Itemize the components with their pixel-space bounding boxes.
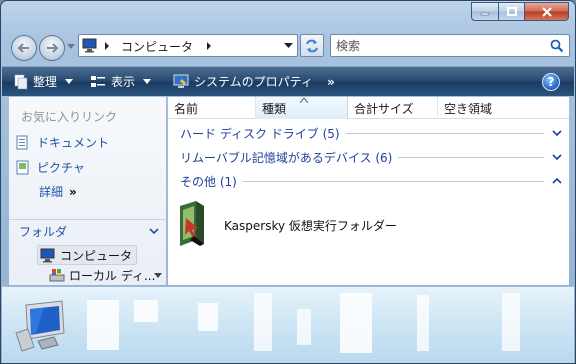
maximize-icon [506,6,517,16]
chevron-up-icon [552,178,562,184]
forward-arrow-icon [47,43,59,53]
details-pane [2,286,574,363]
list-item-label: Kaspersky 仮想実行フォルダー [224,218,397,233]
address-bar[interactable]: コンピュータ [78,34,298,57]
help-button[interactable]: ? [542,73,560,91]
details-glow [198,303,218,331]
double-chevron-icon: » [69,184,77,199]
details-glow [254,293,272,351]
tree-item-computer[interactable]: コンピュータ [37,245,138,265]
breadcrumb-computer[interactable]: コンピュータ [121,38,193,55]
favorites-more-link[interactable]: 詳細 » [39,183,77,200]
group-hard-disk-label: ハード ディスク ドライブ (5) [180,126,340,141]
organize-icon [14,74,28,89]
computer-icon [82,38,97,53]
breadcrumb-separator-icon[interactable] [205,41,213,51]
more-commands-label: » [327,74,335,89]
maximize-button[interactable] [498,2,524,21]
help-icon: ? [547,75,555,89]
favorite-documents[interactable]: ドキュメント [15,134,109,151]
search-icon[interactable] [550,39,564,53]
favorites-more-label: 詳細 [39,185,64,199]
system-properties-button[interactable]: システムのプロパティ [173,67,313,96]
chevron-down-icon [552,154,562,160]
recent-pages-dropdown-icon[interactable] [67,44,75,50]
forward-button[interactable] [39,35,65,61]
favorite-pictures-label: ピクチャ [37,161,85,175]
folders-header[interactable]: フォルダ [9,219,167,243]
tree-item-local-disk[interactable]: ローカル ディ... [49,267,155,284]
back-button[interactable] [11,35,37,61]
system-properties-icon [173,74,189,88]
close-icon [541,6,552,17]
group-header-removable[interactable]: リムーバブル記憶域があるデバイス (6) [180,147,562,167]
scroll-down-icon[interactable] [154,273,162,278]
minimize-icon [480,12,490,15]
group-divider [242,180,544,182]
tree-local-disk-label: ローカル ディ... [69,269,156,283]
organize-button[interactable]: 整理 [12,67,74,96]
column-header-free-space[interactable]: 空き領域 [438,97,569,119]
organize-label: 整理 [33,75,58,89]
search-input[interactable] [331,35,546,56]
caption-buttons [471,2,569,21]
kaspersky-folder-icon [180,201,204,246]
column-header-name[interactable]: 名前 [168,97,256,119]
explorer-window: コンピュータ 整理 [0,0,576,364]
details-glow [340,293,372,353]
system-properties-label: システムのプロパティ [194,75,313,89]
close-button[interactable] [524,2,569,21]
group-other-label: その他 (1) [180,174,237,189]
favorite-documents-label: ドキュメント [37,136,110,150]
details-glow [502,293,520,351]
column-headers: 名前 種類 合計サイズ 空き領域 [168,97,569,119]
group-header-hard-disk[interactable]: ハード ディスク ドライブ (5) [180,123,562,143]
address-dropdown-icon[interactable] [284,43,293,49]
more-commands-button[interactable]: » [327,67,335,96]
group-removable-label: リムーバブル記憶域があるデバイス (6) [180,150,393,165]
command-bar: 整理 表示 システムのプロパティ » ? [2,66,574,96]
details-glow [87,300,119,350]
navigation-bar: コンピュータ [1,27,575,63]
tree-computer-label: コンピュータ [60,248,133,263]
breadcrumb-separator-icon[interactable] [103,41,111,51]
details-glow [134,300,158,322]
file-list: 名前 種類 合計サイズ 空き領域 ハード ディスク ドライブ (5) リムーバブ… [168,97,569,285]
group-header-other[interactable]: その他 (1) [180,171,562,191]
favorite-pictures[interactable]: ピクチャ [15,159,85,176]
refresh-button[interactable] [300,34,324,57]
refresh-icon [306,39,318,52]
column-header-total-size[interactable]: 合計サイズ [348,97,438,119]
pictures-icon [16,160,29,174]
views-icon [91,75,105,87]
sort-ascending-icon [300,98,308,103]
views-label: 表示 [111,75,136,89]
group-divider [398,156,544,158]
chevron-down-icon [65,79,74,84]
chevron-down-icon [552,130,562,136]
documents-icon [16,135,28,149]
minimize-button[interactable] [471,2,498,21]
local-disk-icon [49,269,65,282]
details-glow [417,295,429,351]
search-box [330,34,570,57]
navigation-pane: お気に入りリンク ドキュメント ピクチャ 詳細 » フォルダ コンピュータ ロー… [9,97,167,285]
views-button[interactable]: 表示 [90,67,152,96]
chevron-down-icon [149,228,159,234]
group-divider [345,132,544,134]
folders-label: フォルダ [19,225,68,239]
chevron-down-icon [143,79,152,84]
back-arrow-icon [17,43,29,53]
computer-icon [40,248,55,262]
details-glow [297,309,311,345]
computer-icon [15,300,65,352]
favorite-links-title: お気に入りリンク [21,110,118,124]
list-item[interactable]: Kaspersky 仮想実行フォルダー [176,197,397,253]
